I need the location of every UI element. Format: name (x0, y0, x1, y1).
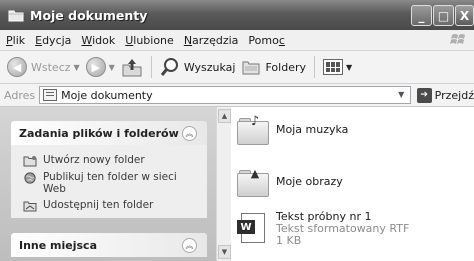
views-button[interactable]: ▼ (320, 54, 355, 80)
collapse-up-icon[interactable]: ︽ (182, 238, 197, 253)
scroll-down-icon[interactable]: ▼ (218, 245, 231, 259)
address-input[interactable]: Moje dokumenty ▼ (39, 86, 411, 104)
folder-icon (8, 7, 24, 23)
file-tasks-list: Utwórz nowy folder Publikuj ten folder w… (11, 145, 207, 218)
title-bar: Moje dokumenty _ □ X (0, 0, 474, 30)
folders-icon (242, 61, 260, 75)
chevron-down-icon: ▼ (108, 62, 115, 72)
forward-arrow-icon: ▶ (85, 57, 106, 77)
file-tasks-header[interactable]: Zadania plików i folderów ︽ (11, 121, 207, 145)
task-share-folder[interactable]: Udostępnij ten folder (23, 199, 207, 212)
search-button[interactable]: Wyszukaj (157, 54, 239, 80)
item-name: Moja muzyka (276, 123, 349, 136)
go-arrow-icon: ➔ (416, 87, 432, 103)
list-item[interactable]: ▲ Moje obrazy (237, 165, 343, 199)
back-arrow-icon: ◀ (7, 57, 27, 77)
file-tasks-title: Zadania plików i folderów (19, 126, 179, 140)
windows-logo-icon (448, 31, 470, 50)
toolbar-separator (314, 56, 315, 78)
task-pane: Zadania plików i folderów ︽ Utwórz nowy … (0, 107, 216, 261)
rtf-document-icon: W (237, 211, 273, 245)
list-item[interactable]: W Tekst próbny nr 1 Tekst sformatowany R… (237, 211, 409, 247)
menu-bar: Plik Edycja Widok Ulubione Narzędzia Pom… (0, 30, 474, 51)
music-folder-icon: ♪ (237, 113, 273, 147)
other-places-header[interactable]: Inne miejsca ︽ (11, 233, 207, 257)
window-title: Moje dokumenty (30, 7, 148, 23)
menu-help[interactable]: Pomoc (248, 34, 284, 47)
minimize-button[interactable]: _ (411, 5, 432, 26)
item-name: Moje obrazy (276, 175, 343, 188)
chevron-down-icon: ▼ (346, 62, 353, 72)
scroll-up-icon[interactable]: ▲ (218, 109, 231, 123)
collapse-up-icon[interactable]: ︽ (182, 126, 197, 141)
chevron-down-icon[interactable]: ▼ (395, 89, 408, 101)
list-item[interactable]: ♪ Moja muzyka (237, 113, 348, 147)
toolbar-separator (150, 56, 152, 78)
search-icon (160, 58, 178, 76)
up-folder-icon (122, 59, 142, 77)
task-publish-web[interactable]: Publikuj ten folder w sieci Web (23, 171, 207, 195)
menu-file[interactable]: Plik (6, 34, 25, 47)
other-places-title: Inne miejsca (19, 238, 97, 252)
address-label: Adres (4, 88, 36, 102)
item-size: 1 KB (276, 234, 302, 247)
menu-favorites[interactable]: Ulubione (125, 34, 174, 47)
forward-button[interactable]: ▶ ▼ (83, 54, 118, 80)
go-button[interactable]: ➔ Przejdź (416, 87, 474, 103)
menu-view[interactable]: Widok (81, 34, 115, 47)
new-folder-icon (23, 156, 37, 167)
address-value: Moje dokumenty (61, 88, 153, 102)
menu-edit[interactable]: Edycja (35, 34, 71, 47)
folders-button[interactable]: Foldery (238, 54, 309, 80)
views-icon (323, 59, 343, 75)
close-button[interactable]: X (455, 5, 474, 26)
back-button[interactable]: ◀ Wstecz ▼ (4, 54, 83, 80)
maximize-button[interactable]: □ (433, 5, 454, 26)
publish-web-icon (24, 172, 36, 184)
pictures-folder-icon: ▲ (237, 165, 273, 199)
task-new-folder[interactable]: Utwórz nowy folder (23, 154, 207, 167)
file-list: ♪ Moja muzyka ▲ Moje obrazy W Tekst prób… (231, 107, 474, 261)
address-bar: Adres Moje dokumenty ▼ ➔ Przejdź (0, 84, 474, 107)
documents-icon (43, 89, 58, 101)
toolbar: ◀ Wstecz ▼ ▶ ▼ Wyszukaj Foldery ▼ (0, 51, 474, 84)
chevron-down-icon: ▼ (73, 62, 80, 72)
task-pane-scrollbar[interactable]: ▲ ▼ (216, 107, 231, 261)
menu-tools[interactable]: Narzędzia (184, 34, 239, 47)
up-folder-button[interactable] (118, 54, 146, 80)
share-folder-icon (23, 201, 37, 212)
